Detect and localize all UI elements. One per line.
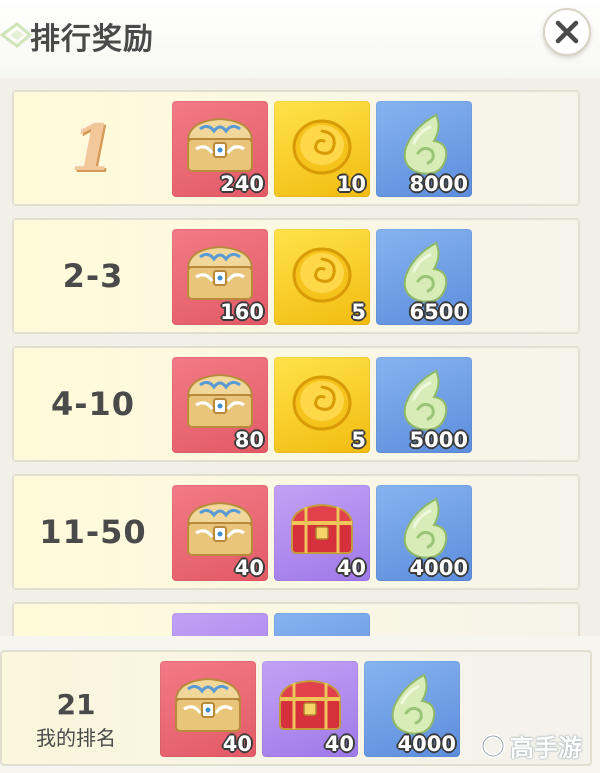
reward-item[interactable]: 8000 (376, 101, 472, 197)
tier-rank-label: 4-10 (50, 385, 136, 423)
reward-item[interactable]: 5000 (376, 357, 472, 453)
reward-item[interactable]: 40 (160, 661, 256, 757)
tier-rewards (172, 613, 370, 636)
reward-quantity: 5 (351, 428, 366, 452)
reward-item[interactable] (274, 613, 370, 636)
reward-quantity: 40 (222, 732, 252, 756)
tier-rank-label: 2-3 (62, 257, 124, 295)
reward-quantity: 160 (220, 300, 264, 324)
reward-tier-row: 4-10 80 5 5000 (12, 346, 580, 462)
my-rank-label: 我的排名 (36, 726, 116, 750)
watermark-logo-icon (481, 733, 505, 758)
close-icon (555, 20, 579, 44)
tier-rewards: 160 5 6500 (172, 229, 472, 325)
my-rank-number: 21 (56, 688, 96, 721)
reward-item[interactable]: 40 (262, 661, 358, 757)
reward-item[interactable]: 10 (274, 101, 370, 197)
reward-item[interactable]: 160 (172, 229, 268, 325)
reward-quantity: 10 (336, 172, 366, 196)
reward-quantity: 40 (324, 732, 354, 756)
reward-item[interactable]: 6500 (376, 229, 472, 325)
tier-rewards: 80 5 5000 (172, 357, 472, 453)
reward-quantity: 4000 (409, 556, 468, 580)
reward-tier-list[interactable]: 1 240 10 8000 2-3 160 5 6500 4-10 80 5 5… (0, 78, 600, 636)
reward-item[interactable]: 4000 (364, 661, 460, 757)
reward-tier-row-partial (12, 602, 580, 636)
reward-item[interactable]: 240 (172, 101, 268, 197)
leaf-ornament-icon (0, 22, 33, 48)
tier-rank-label: 1 (70, 110, 116, 186)
watermark-text: 高手游 (510, 734, 582, 762)
close-button[interactable] (543, 8, 591, 56)
my-rank-rewards: 40 40 4000 (160, 661, 460, 757)
reward-quantity: 4000 (397, 732, 456, 756)
reward-tier-row: 2-3 160 5 6500 (12, 218, 580, 334)
reward-item[interactable]: 40 (172, 485, 268, 581)
site-watermark: 高手游 (480, 728, 582, 763)
reward-item[interactable]: 5 (274, 357, 370, 453)
panel-header: 排行奖励 (0, 0, 600, 78)
reward-item[interactable]: 80 (172, 357, 268, 453)
reward-quantity: 8000 (409, 172, 468, 196)
reward-quantity: 40 (234, 556, 264, 580)
reward-quantity: 5 (351, 300, 366, 324)
reward-quantity: 40 (336, 556, 366, 580)
reward-quantity: 80 (234, 428, 264, 452)
reward-item[interactable]: 40 (274, 485, 370, 581)
reward-quantity: 5000 (409, 428, 468, 452)
reward-tier-row: 1 240 10 8000 (12, 90, 580, 206)
reward-quantity: 6500 (409, 300, 468, 324)
reward-tier-row: 11-50 40 40 4000 (12, 474, 580, 590)
tier-rewards: 240 10 8000 (172, 101, 472, 197)
reward-quantity: 240 (220, 172, 264, 196)
tier-rewards: 40 40 4000 (172, 485, 472, 581)
page-title: 排行奖励 (30, 22, 154, 57)
reward-item[interactable]: 4000 (376, 485, 472, 581)
tier-rank-label: 11-50 (39, 513, 147, 551)
reward-item[interactable] (172, 613, 268, 636)
my-rank-info: 21 我的排名 (2, 652, 160, 764)
reward-item[interactable]: 5 (274, 229, 370, 325)
